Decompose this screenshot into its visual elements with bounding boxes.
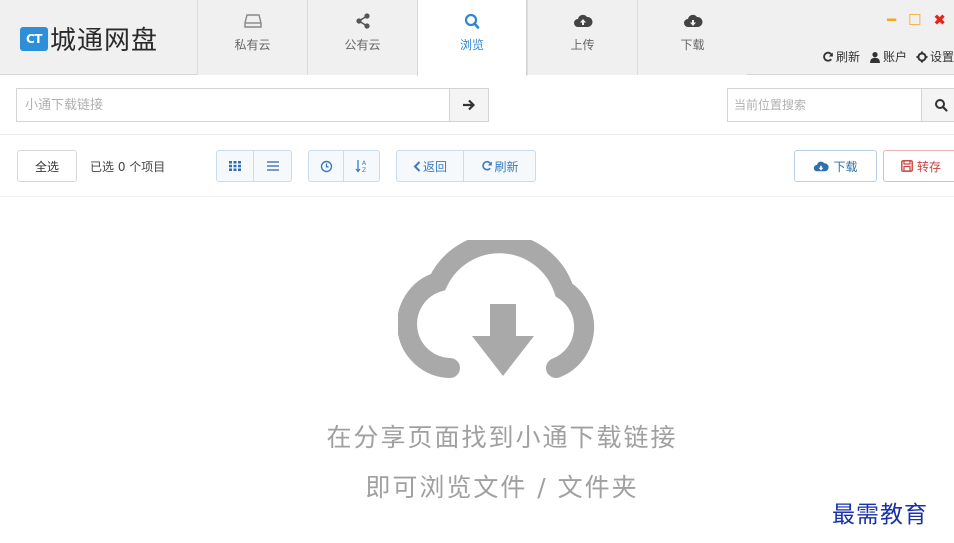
navigation-group: 返回 刷新 <box>396 150 536 182</box>
tab-label: 上传 <box>570 38 595 52</box>
cloud-upload-icon <box>573 14 593 27</box>
svg-text:A: A <box>362 160 367 167</box>
divider <box>0 134 954 135</box>
selected-count: 已选 0 个项目 <box>90 160 166 174</box>
empty-state-message: 在分享页面找到小通下载链接 <box>326 423 678 452</box>
tab-browse[interactable]: 浏览 <box>417 0 527 76</box>
search-icon <box>935 99 948 112</box>
tab-public-cloud[interactable]: 公有云 <box>307 0 417 75</box>
app-window: CT 城通网盘 私有云 公有云 浏览 上传 下载 ━ ☐ ✖ 刷新 账户 设置 … <box>0 0 954 543</box>
gear-icon <box>916 51 928 62</box>
arrow-right-icon <box>463 99 476 111</box>
location-search-input[interactable] <box>727 88 921 122</box>
sort-group: A Z <box>308 150 380 182</box>
settings-label: 设置 <box>929 50 954 64</box>
logo-mark: CT <box>20 26 48 51</box>
tab-label: 私有云 <box>234 38 271 52</box>
select-all-button[interactable]: 全选 <box>17 150 77 182</box>
window-controls: ━ ☐ ✖ <box>887 12 946 28</box>
header-refresh-label: 刷新 <box>835 50 860 64</box>
back-button[interactable]: 返回 <box>397 151 465 181</box>
tab-download[interactable]: 下载 <box>637 0 747 75</box>
tab-label: 公有云 <box>344 38 381 52</box>
chevron-left-icon <box>413 160 421 172</box>
app-logo: CT 城通网盘 <box>20 20 158 57</box>
maximize-button[interactable]: ☐ <box>908 12 921 28</box>
tab-label: 浏览 <box>459 38 484 52</box>
search-button[interactable] <box>921 88 954 122</box>
app-name: 城通网盘 <box>50 26 159 56</box>
clock-icon <box>320 160 332 172</box>
download-label: 下载 <box>833 159 858 174</box>
grid-view-button[interactable] <box>217 151 255 181</box>
top-bar: CT 城通网盘 私有云 公有云 浏览 上传 下载 ━ ☐ ✖ 刷新 账户 设置 <box>0 0 954 76</box>
header-refresh-button[interactable]: 刷新 <box>822 48 860 65</box>
cloud-download-icon <box>398 240 595 378</box>
header-actions: 刷新 账户 设置 <box>822 48 954 65</box>
settings-button[interactable]: 设置 <box>916 48 954 65</box>
list-view-button[interactable] <box>254 151 291 181</box>
cloud-download-icon <box>683 14 703 27</box>
sort-by-time-button[interactable] <box>309 151 345 181</box>
close-button[interactable]: ✖ <box>933 12 946 28</box>
share-icon <box>355 13 370 29</box>
cloud-download-icon <box>814 161 830 171</box>
refresh-icon <box>481 160 492 171</box>
watermark-text: 最需教育 <box>832 502 928 528</box>
tab-label: 下载 <box>680 38 705 52</box>
save-label: 转存 <box>916 159 941 174</box>
account-label: 账户 <box>882 50 907 64</box>
tab-upload[interactable]: 上传 <box>527 0 637 75</box>
grid-icon <box>229 161 241 171</box>
empty-state-hint: 即可浏览文件 / 文件夹 <box>365 473 639 502</box>
svg-text:Z: Z <box>362 167 366 173</box>
refresh-label: 刷新 <box>494 159 519 174</box>
list-icon <box>266 161 279 171</box>
minimize-button[interactable]: ━ <box>887 12 896 28</box>
search-icon <box>464 13 480 29</box>
floppy-disk-icon <box>901 160 913 172</box>
refresh-icon <box>823 51 833 62</box>
sort-alpha-icon: A Z <box>355 160 367 173</box>
view-mode-group <box>216 150 292 182</box>
user-icon <box>869 51 880 63</box>
back-label: 返回 <box>423 159 448 174</box>
go-button[interactable] <box>449 88 489 122</box>
sort-by-name-button[interactable]: A Z <box>344 151 379 181</box>
drive-icon <box>243 14 262 28</box>
save-to-drive-button[interactable]: 转存 <box>883 150 954 182</box>
download-link-input[interactable] <box>16 88 449 122</box>
tab-private-cloud[interactable]: 私有云 <box>197 0 307 75</box>
refresh-button[interactable]: 刷新 <box>464 151 535 181</box>
download-button[interactable]: 下载 <box>794 150 877 182</box>
account-button[interactable]: 账户 <box>869 48 907 65</box>
divider <box>0 196 954 197</box>
